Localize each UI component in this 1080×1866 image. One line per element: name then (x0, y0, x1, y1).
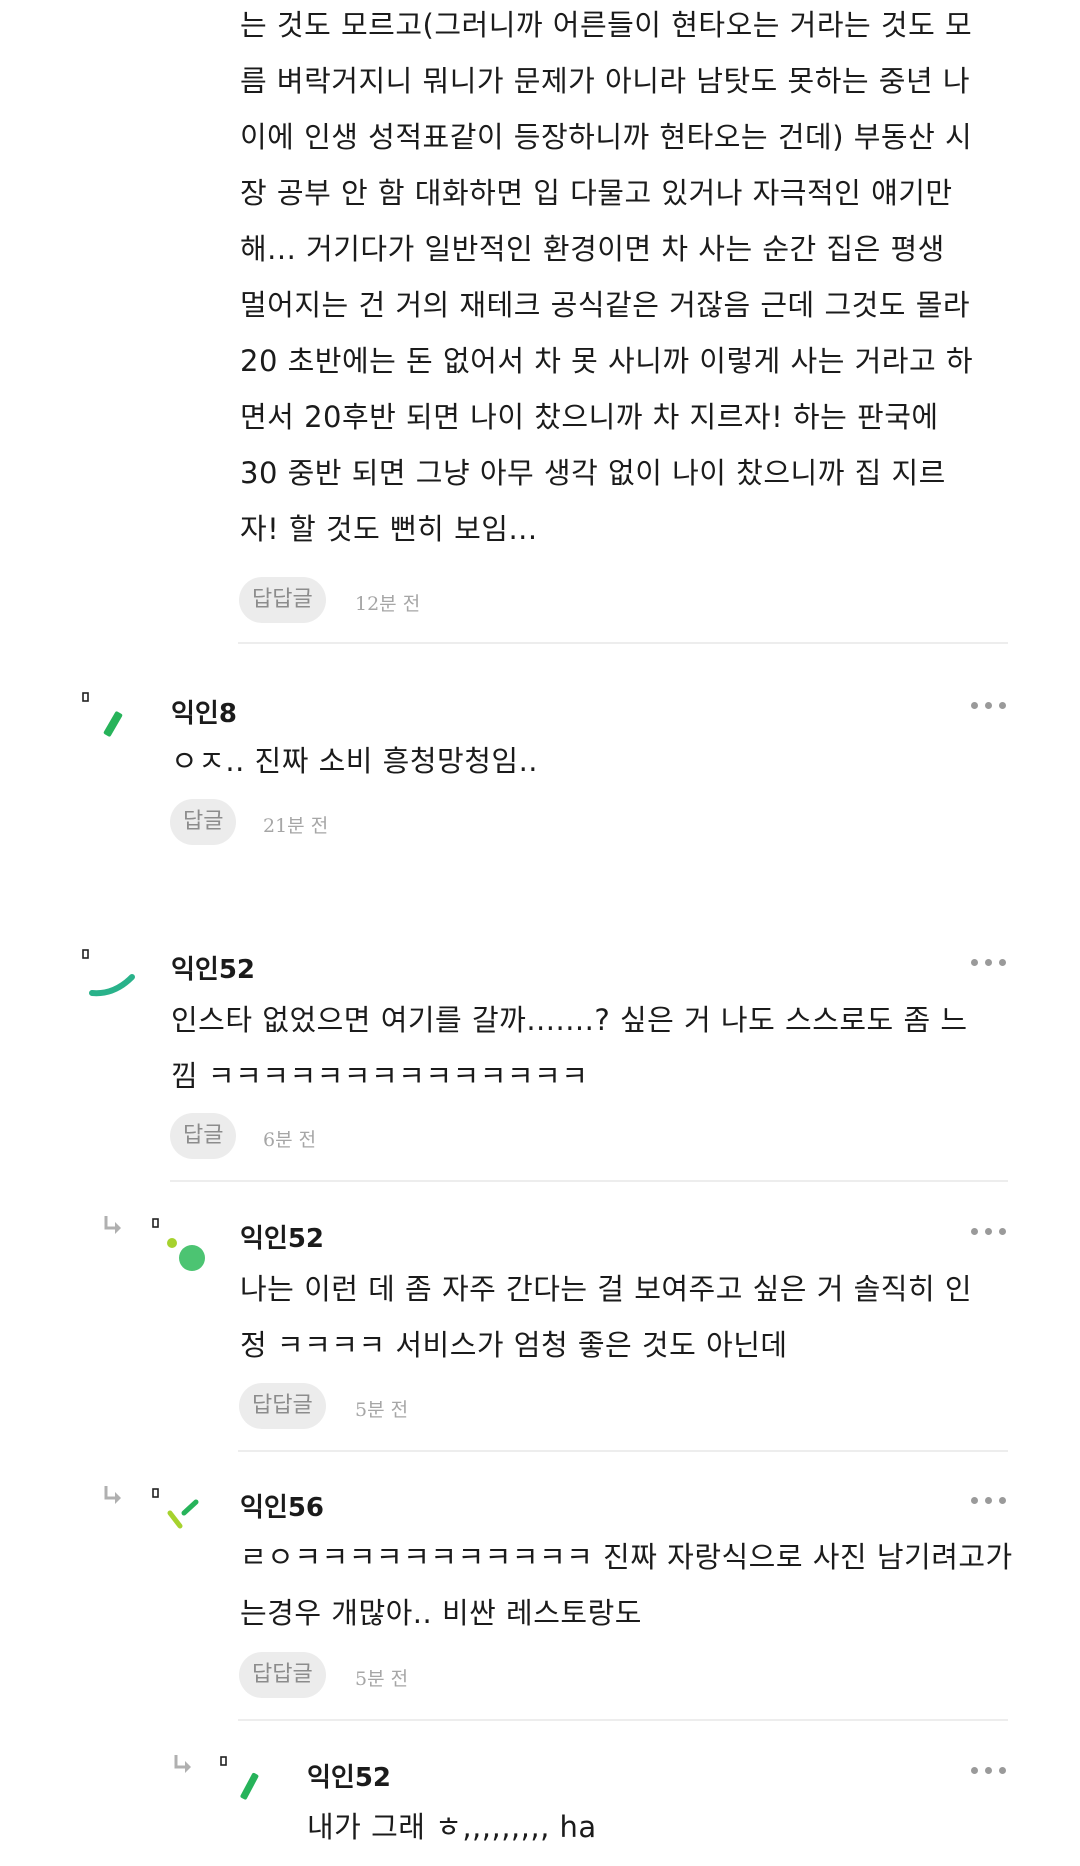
reply-button[interactable]: 답답글 (239, 1652, 326, 1698)
divider (170, 1180, 1008, 1182)
divider (238, 1450, 1008, 1452)
avatar-mark (220, 1756, 227, 1766)
author-name: 익인56 (240, 1493, 325, 1523)
more-dots-icon[interactable] (969, 1226, 1009, 1238)
comment-text: 나는 이런 데 좀 자주 간다는 걸 보여주고 싶은 거 솔직히 인 정 ㅋㅋㅋ… (240, 1272, 973, 1362)
comment-text: 인스타 없었으면 여기를 갈까.......? 싶은 거 나도 스스로도 좀 느… (171, 1003, 968, 1093)
avatar-mark (82, 692, 89, 702)
more-dots-icon[interactable] (969, 957, 1009, 969)
avatar (82, 692, 123, 737)
comment-text: ㅇㅈ.. 진짜 소비 흥청망청임.. (171, 744, 539, 778)
more-dots-icon[interactable] (969, 1765, 1009, 1777)
avatar-mark (152, 1488, 159, 1498)
avatar-mark (82, 949, 89, 959)
divider (238, 1719, 1008, 1721)
avatar (82, 949, 135, 997)
author-name: 익인52 (240, 1224, 325, 1254)
avatar-shape (167, 1510, 183, 1529)
more-dots-icon[interactable] (969, 1495, 1009, 1507)
reply-button[interactable]: 답답글 (239, 577, 326, 623)
avatar-shape (240, 1772, 259, 1800)
avatar-dot (167, 1238, 177, 1248)
more-dots-icon[interactable] (969, 700, 1009, 712)
avatar-mark (152, 1218, 159, 1228)
reply-arrow-icon (174, 1755, 191, 1773)
avatar-shape (89, 974, 135, 997)
divider (238, 642, 1008, 644)
reply-arrow-icon (104, 1216, 121, 1234)
reply-button[interactable]: 답글 (170, 799, 237, 845)
timestamp: 5분 전 (355, 1399, 409, 1421)
avatar (152, 1488, 199, 1529)
comment-text: 내가 그래 ㅎ,,,,,,,,, ha (307, 1810, 597, 1844)
author-name: 익인52 (307, 1763, 392, 1793)
timestamp: 5분 전 (355, 1668, 409, 1690)
reply-button[interactable]: 답글 (170, 1113, 237, 1159)
author-name: 익인8 (171, 699, 237, 729)
avatar (220, 1756, 259, 1800)
author-name: 익인52 (171, 955, 256, 985)
reply-arrow-icon (104, 1486, 121, 1504)
avatar (152, 1218, 205, 1271)
avatar-shape (179, 1245, 205, 1271)
comment-text: ㄹㅇㅋㅋㅋㅋㅋㅋㅋㅋㅋㅋㅋ 진짜 자랑식으로 사진 남기려고가 는경우 개많아.… (240, 1540, 1013, 1630)
reply-button[interactable]: 답답글 (239, 1383, 326, 1429)
comment-text: 는 것도 모르고(그러니까 어른들이 현타오는 거라는 것도 모 름 벼락거지니… (240, 8, 974, 546)
timestamp: 6분 전 (263, 1129, 317, 1151)
comment-thread: 는 것도 모르고(그러니까 어른들이 현타오는 거라는 것도 모 름 벼락거지니… (0, 0, 1080, 1866)
avatar-shape (103, 711, 123, 737)
timestamp: 12분 전 (355, 593, 421, 615)
avatar-shape-2 (181, 1499, 199, 1516)
timestamp: 21분 전 (263, 815, 329, 837)
